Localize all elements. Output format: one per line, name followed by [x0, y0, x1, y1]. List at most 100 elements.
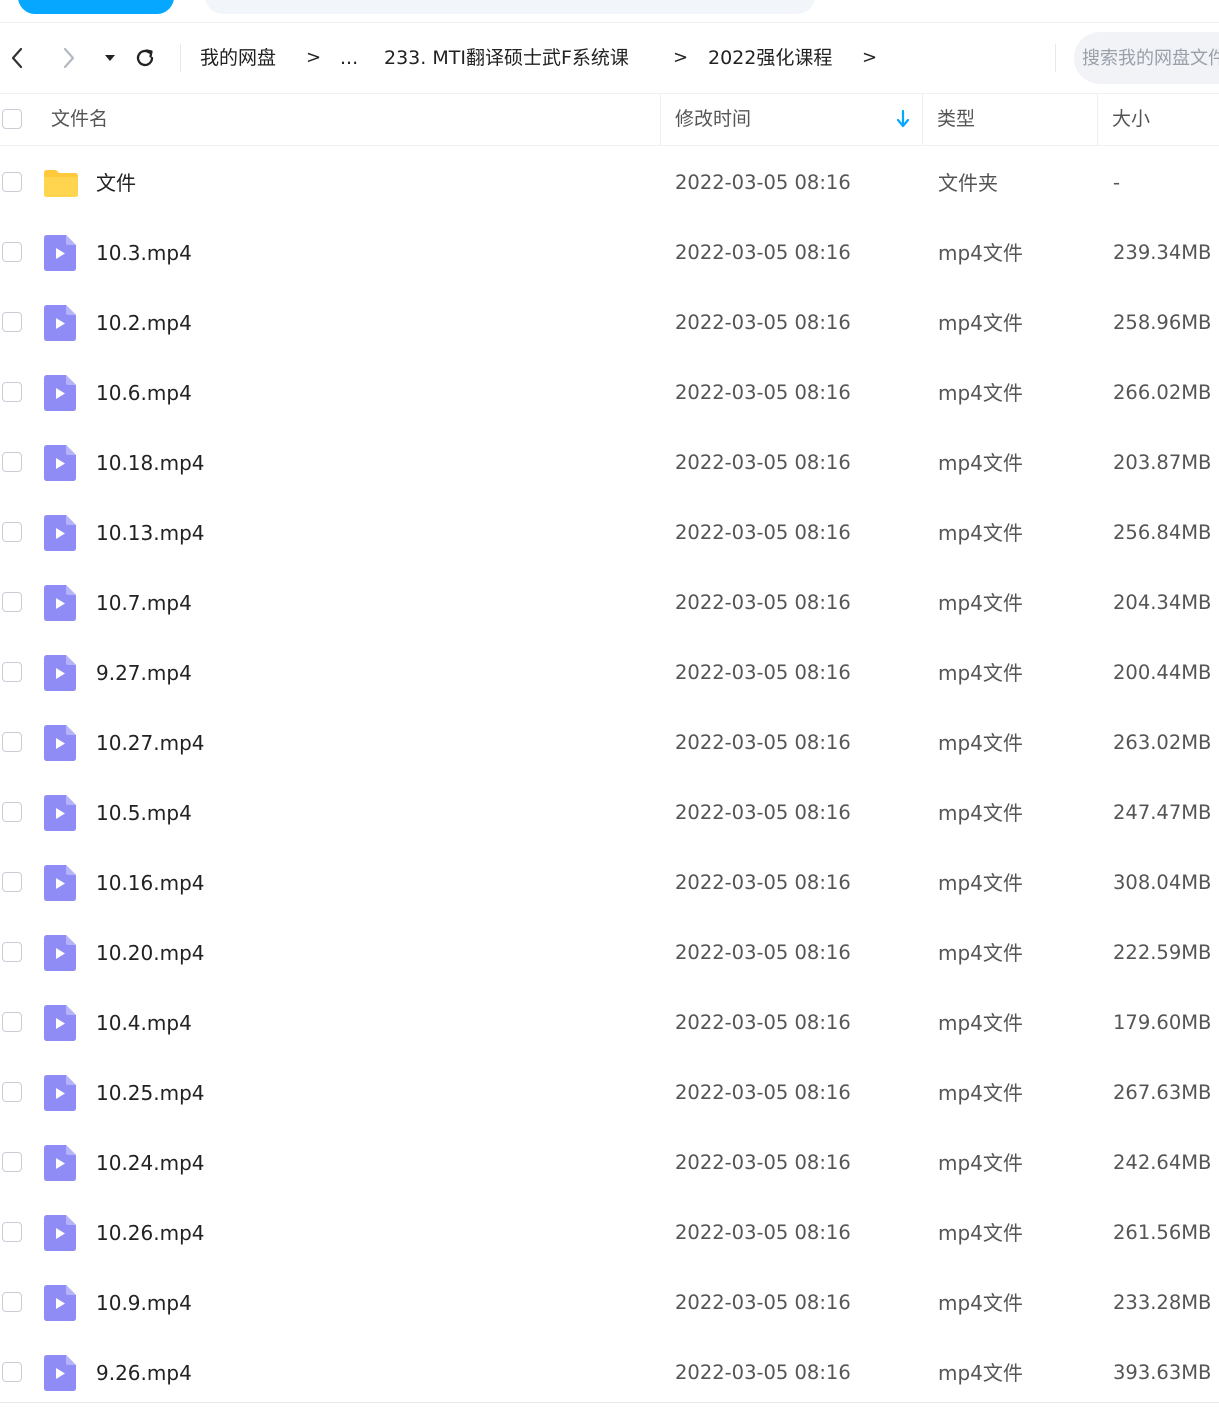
history-dropdown-button[interactable] — [100, 23, 120, 93]
file-name[interactable]: 10.5.mp4 — [96, 778, 192, 848]
row-checkbox[interactable] — [2, 1292, 22, 1312]
file-row[interactable]: 10.9.mp4 2022-03-05 08:16 mp4文件 233.28MB — [0, 1268, 1219, 1338]
file-row[interactable]: 10.20.mp4 2022-03-05 08:16 mp4文件 222.59MB — [0, 918, 1219, 988]
file-name[interactable]: 10.24.mp4 — [96, 1128, 205, 1198]
row-checkbox[interactable] — [2, 452, 22, 472]
file-name[interactable]: 10.4.mp4 — [96, 988, 192, 1058]
file-name[interactable]: 10.6.mp4 — [96, 358, 192, 428]
table-header: 文件名 修改时间 类型 大小 — [0, 94, 1219, 146]
select-all-checkbox[interactable] — [2, 109, 22, 129]
file-row[interactable]: 10.5.mp4 2022-03-05 08:16 mp4文件 247.47MB — [0, 778, 1219, 848]
file-modified-time: 2022-03-05 08:16 — [675, 171, 851, 194]
file-name[interactable]: 9.26.mp4 — [96, 1338, 192, 1408]
search-input[interactable] — [1074, 32, 1219, 84]
row-checkbox[interactable] — [2, 732, 22, 752]
file-name[interactable]: 10.9.mp4 — [96, 1268, 192, 1338]
file-name[interactable]: 文件 — [96, 148, 136, 218]
file-row[interactable]: 10.24.mp4 2022-03-05 08:16 mp4文件 242.64MB — [0, 1128, 1219, 1198]
file-modified-time: 2022-03-05 08:16 — [675, 311, 851, 334]
row-checkbox[interactable] — [2, 592, 22, 612]
file-row[interactable]: 9.27.mp4 2022-03-05 08:16 mp4文件 200.44MB — [0, 638, 1219, 708]
file-modified-time: 2022-03-05 08:16 — [675, 731, 851, 754]
file-size: 247.47MB — [1113, 801, 1212, 824]
row-checkbox[interactable] — [2, 242, 22, 262]
file-row[interactable]: 10.13.mp4 2022-03-05 08:16 mp4文件 256.84MB — [0, 498, 1219, 568]
file-row[interactable]: 10.16.mp4 2022-03-05 08:16 mp4文件 308.04MB — [0, 848, 1219, 918]
row-checkbox[interactable] — [2, 522, 22, 542]
file-size: 233.28MB — [1113, 1291, 1212, 1314]
file-row[interactable]: 10.25.mp4 2022-03-05 08:16 mp4文件 267.63MB — [0, 1058, 1219, 1128]
video-file-icon — [44, 445, 76, 481]
file-row[interactable]: 10.27.mp4 2022-03-05 08:16 mp4文件 263.02MB — [0, 708, 1219, 778]
row-checkbox[interactable] — [2, 1082, 22, 1102]
column-header-modified[interactable]: 修改时间 — [675, 94, 751, 145]
file-modified-time: 2022-03-05 08:16 — [675, 941, 851, 964]
file-modified-time: 2022-03-05 08:16 — [675, 1361, 851, 1384]
upload-button[interactable] — [18, 0, 174, 14]
breadcrumb-ellipsis[interactable]: ... — [340, 23, 358, 93]
breadcrumb-current-folder[interactable]: 2022强化课程 — [708, 23, 832, 93]
breadcrumb-my-disk[interactable]: 我的网盘 — [200, 23, 276, 93]
file-size: 179.60MB — [1113, 1011, 1212, 1034]
row-checkbox[interactable] — [2, 872, 22, 892]
back-button[interactable] — [2, 23, 32, 93]
file-modified-time: 2022-03-05 08:16 — [675, 871, 851, 894]
column-header-size[interactable]: 大小 — [1112, 94, 1150, 145]
file-name[interactable]: 10.3.mp4 — [96, 218, 192, 288]
sort-descending-icon[interactable] — [896, 110, 910, 128]
nav-divider — [1055, 44, 1056, 72]
column-header-name[interactable]: 文件名 — [51, 94, 108, 145]
row-checkbox[interactable] — [2, 1152, 22, 1172]
row-checkbox[interactable] — [2, 802, 22, 822]
refresh-button[interactable] — [130, 23, 160, 93]
breadcrumb-course-folder[interactable]: 233. MTI翻译硕士武F系统课 — [384, 23, 629, 93]
file-modified-time: 2022-03-05 08:16 — [675, 451, 851, 474]
row-checkbox[interactable] — [2, 662, 22, 682]
file-row[interactable]: 10.3.mp4 2022-03-05 08:16 mp4文件 239.34MB — [0, 218, 1219, 288]
file-type: mp4文件 — [938, 661, 1023, 685]
breadcrumb-separator: > — [862, 47, 878, 68]
video-file-icon — [44, 1215, 76, 1251]
file-type: mp4文件 — [938, 941, 1023, 965]
file-modified-time: 2022-03-05 08:16 — [675, 521, 851, 544]
file-name[interactable]: 10.26.mp4 — [96, 1198, 205, 1268]
row-checkbox[interactable] — [2, 312, 22, 332]
file-name[interactable]: 10.20.mp4 — [96, 918, 205, 988]
forward-button[interactable] — [55, 23, 83, 93]
file-name[interactable]: 9.27.mp4 — [96, 638, 192, 708]
file-name[interactable]: 10.2.mp4 — [96, 288, 192, 358]
top-search-bar[interactable] — [205, 0, 815, 14]
file-type: mp4文件 — [938, 381, 1023, 405]
file-row[interactable]: 10.4.mp4 2022-03-05 08:16 mp4文件 179.60MB — [0, 988, 1219, 1058]
video-file-icon — [44, 1075, 76, 1111]
file-size: 204.34MB — [1113, 591, 1212, 614]
row-checkbox[interactable] — [2, 942, 22, 962]
video-file-icon — [44, 1285, 76, 1321]
folder-row[interactable]: 文件 2022-03-05 08:16 文件夹 - — [0, 148, 1219, 218]
file-row[interactable]: 10.7.mp4 2022-03-05 08:16 mp4文件 204.34MB — [0, 568, 1219, 638]
file-name[interactable]: 10.13.mp4 — [96, 498, 205, 568]
file-row[interactable]: 9.26.mp4 2022-03-05 08:16 mp4文件 393.63MB — [0, 1338, 1219, 1408]
row-checkbox[interactable] — [2, 1222, 22, 1242]
file-row[interactable]: 10.26.mp4 2022-03-05 08:16 mp4文件 261.56MB — [0, 1198, 1219, 1268]
row-checkbox[interactable] — [2, 382, 22, 402]
file-row[interactable]: 10.6.mp4 2022-03-05 08:16 mp4文件 266.02MB — [0, 358, 1219, 428]
file-name[interactable]: 10.25.mp4 — [96, 1058, 205, 1128]
file-row[interactable]: 10.2.mp4 2022-03-05 08:16 mp4文件 258.96MB — [0, 288, 1219, 358]
list-bottom-border — [0, 1402, 1219, 1403]
column-header-type[interactable]: 类型 — [937, 94, 975, 145]
file-type: mp4文件 — [938, 521, 1023, 545]
row-checkbox[interactable] — [2, 1362, 22, 1382]
video-file-icon — [44, 235, 76, 271]
row-checkbox[interactable] — [2, 172, 22, 192]
column-divider — [660, 94, 661, 145]
file-name[interactable]: 10.7.mp4 — [96, 568, 192, 638]
file-modified-time: 2022-03-05 08:16 — [675, 381, 851, 404]
file-name[interactable]: 10.18.mp4 — [96, 428, 205, 498]
file-name[interactable]: 10.16.mp4 — [96, 848, 205, 918]
video-file-icon — [44, 585, 76, 621]
video-file-icon — [44, 515, 76, 551]
file-name[interactable]: 10.27.mp4 — [96, 708, 205, 778]
file-row[interactable]: 10.18.mp4 2022-03-05 08:16 mp4文件 203.87MB — [0, 428, 1219, 498]
row-checkbox[interactable] — [2, 1012, 22, 1032]
